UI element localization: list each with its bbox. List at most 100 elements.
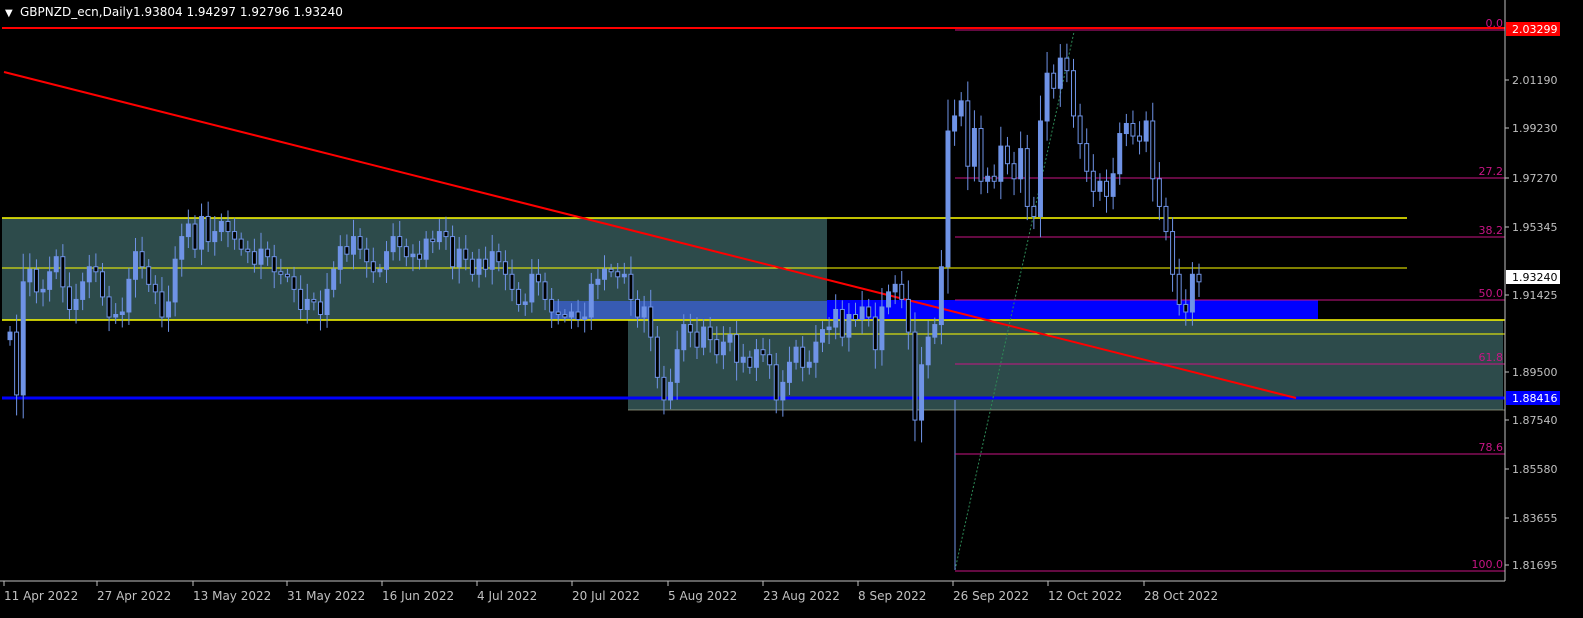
candle-bearish [1196, 273, 1202, 283]
candle-bullish [185, 223, 191, 238]
candle-bearish [1064, 57, 1070, 72]
price-tick-label: 1.99230 [1512, 122, 1558, 135]
candle-bullish [218, 221, 224, 233]
candle-bullish [681, 324, 687, 351]
candle-bearish [853, 314, 858, 321]
fib-label-382: 38.2 [1479, 224, 1504, 237]
candle-bullish [1117, 133, 1123, 175]
candle-bullish [985, 175, 991, 182]
candle-bearish [463, 248, 469, 260]
candle-bullish [568, 311, 574, 318]
candle-bullish [86, 266, 92, 283]
candle-bearish [575, 311, 581, 321]
fibonacci-retracement[interactable]: 0.0 27.2 38.2 50.0 61.8 78.6 100.0 [954, 17, 1505, 572]
time-tick-label: 13 May 2022 [193, 589, 271, 603]
time-tick-label: 4 Jul 2022 [477, 589, 537, 603]
candle-bullish [126, 278, 132, 313]
candle-bearish [734, 334, 740, 363]
candle-bearish [654, 336, 660, 378]
candle-bullish [436, 231, 442, 243]
candle-bearish [469, 258, 475, 275]
candle-bearish [106, 296, 112, 318]
candle-bearish [1084, 143, 1090, 172]
candle-bullish [740, 356, 746, 363]
candle-bearish [33, 268, 39, 293]
candle-bearish [483, 258, 489, 270]
candle-bullish [820, 329, 825, 343]
price-tick-label: 1.83655 [1512, 512, 1558, 525]
candle-bearish [905, 298, 911, 333]
candle-bearish [397, 236, 403, 248]
candle-bearish [608, 268, 614, 273]
candle-bearish [60, 256, 66, 288]
candle-bearish [965, 100, 971, 167]
price-tick-label: 1.87540 [1512, 414, 1558, 427]
candle-bearish [225, 221, 231, 233]
candle-bullish [727, 334, 733, 343]
candle-bearish [298, 288, 304, 310]
candle-bullish [119, 311, 125, 316]
candle-bullish [324, 288, 330, 316]
candle-bullish [813, 341, 819, 363]
candle-bullish [1057, 57, 1063, 89]
chart-header: ▼ GBPNZD_ecn,Daily 1.93804 1.94297 1.927… [5, 5, 343, 19]
time-tick-label: 12 Oct 2022 [1048, 589, 1122, 603]
candle-bullish [331, 268, 337, 290]
candle-bearish [99, 271, 105, 298]
price-axis[interactable]: 2.01190 1.99230 1.97270 1.95345 1.91425 1.895… [1504, 0, 1560, 581]
candle-bearish [1170, 231, 1176, 275]
candle-bullish [701, 326, 707, 348]
time-tick-label: 8 Sep 2022 [858, 589, 926, 603]
time-axis[interactable]: 11 Apr 2022 27 Apr 2022 13 May 2022 31 May … [0, 580, 1505, 603]
candle-bearish [1163, 205, 1169, 233]
candle-bearish [542, 281, 548, 300]
fib-label-100: 100.0 [1472, 558, 1504, 571]
candle-bearish [370, 261, 376, 273]
candle-bearish [707, 326, 713, 341]
candle-bearish [93, 266, 99, 273]
candle-bearish [152, 283, 158, 293]
price-tick-label: 1.95345 [1512, 221, 1558, 234]
candle-bearish [291, 276, 297, 290]
fib-label-618: 61.8 [1479, 351, 1504, 364]
red-level-tag: 2.03299 [1512, 23, 1558, 36]
candle-bullish [971, 128, 977, 167]
candle-bullish [932, 324, 938, 338]
candle-bearish [1150, 120, 1156, 180]
candle-bearish [628, 273, 634, 300]
candle-bullish [833, 308, 839, 328]
candle-bullish [945, 130, 951, 268]
chart-menu-icon[interactable]: ▼ [5, 8, 13, 19]
candle-bearish [1104, 180, 1110, 197]
candle-bullish [423, 238, 429, 260]
candle-bullish [793, 346, 799, 363]
candle-bullish [588, 283, 594, 318]
candle-bullish [621, 273, 627, 278]
candle-bullish [337, 246, 343, 270]
candle-bullish [1044, 72, 1050, 122]
candle-bullish [780, 381, 786, 401]
candle-bullish [80, 281, 86, 300]
fib-label-500: 50.0 [1479, 287, 1504, 300]
candle-bullish [1123, 122, 1129, 135]
candle-bullish [925, 336, 931, 366]
candle-bullish [522, 301, 528, 305]
candle-bearish [66, 286, 72, 310]
time-tick-label: 31 May 2022 [287, 589, 365, 603]
symbol-timeframe: GBPNZD_ecn,Daily [20, 5, 133, 19]
candle-bearish [747, 356, 753, 368]
chart-window[interactable]: 0.0 27.2 38.2 50.0 61.8 78.6 100.0 ▼ GBP… [0, 0, 1583, 614]
candle-bearish [800, 346, 806, 368]
candle-bullish [1097, 180, 1103, 192]
candle-bullish [1110, 173, 1116, 197]
candle-bearish [450, 236, 456, 268]
candle-bearish [317, 301, 323, 316]
candlestick-chart[interactable]: 0.0 27.2 38.2 50.0 61.8 78.6 100.0 ▼ GBP… [0, 0, 1583, 614]
candle-bearish [1077, 115, 1083, 145]
candle-bearish [872, 316, 878, 351]
candle-bullish [40, 288, 46, 293]
candle-bullish [1143, 120, 1149, 142]
candle-bullish [1037, 120, 1043, 217]
candle-bearish [443, 231, 449, 238]
candle-bullish [1189, 273, 1195, 313]
